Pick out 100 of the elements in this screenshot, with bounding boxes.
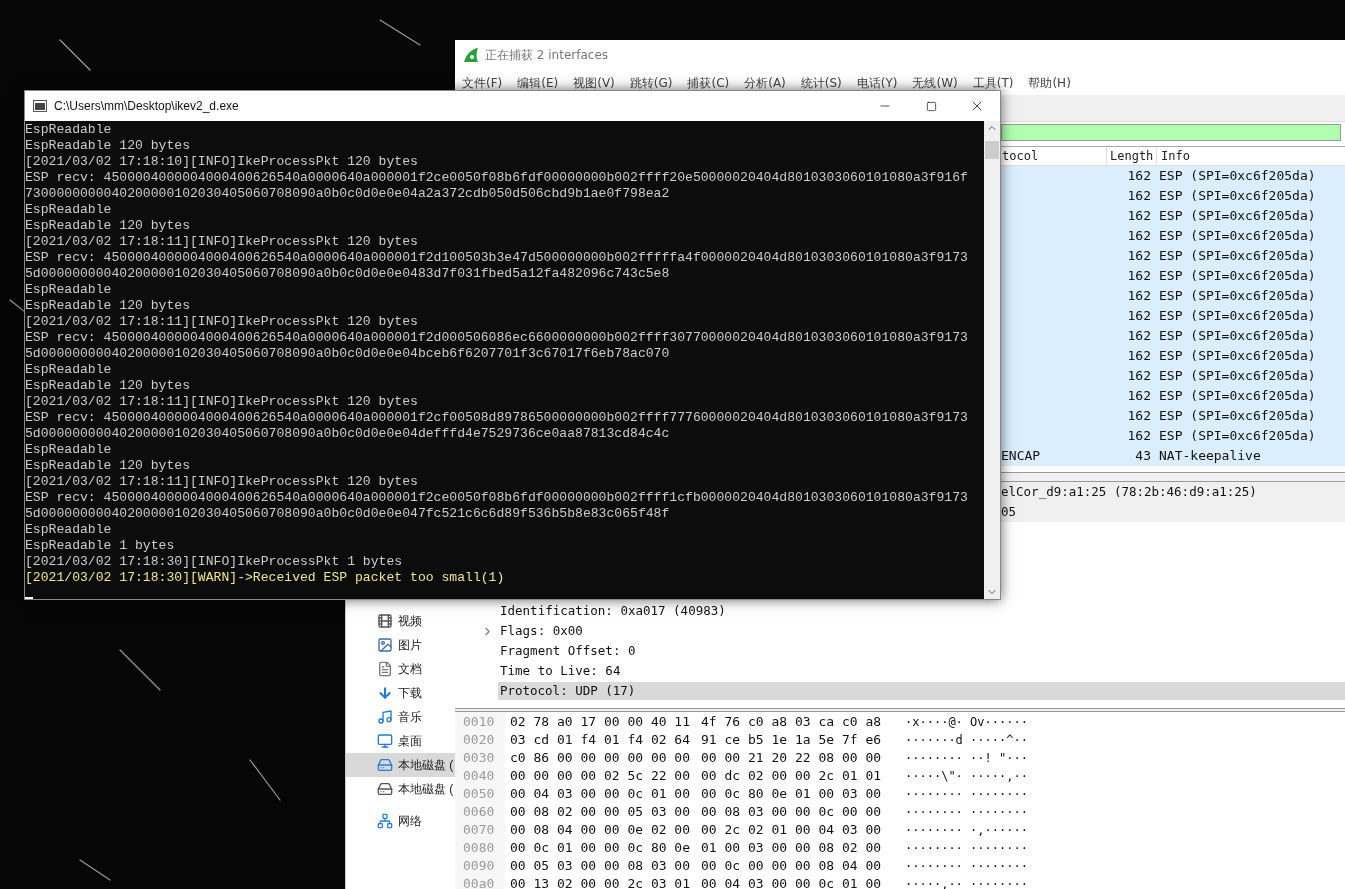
- hex-bytes: 00 08 04 00 00 0e 02 00: [510, 821, 690, 840]
- scrollbar[interactable]: [984, 121, 1000, 599]
- ascii-text: ········ ········: [905, 804, 1028, 821]
- length-cell-text: 162: [1126, 227, 1151, 246]
- console-line: 5d00000000040200000102030405060708090a0b0c0d0e0e04defffd4e7529736ce0aa87813cd84c4c: [25, 426, 670, 442]
- console-line: EspReadable 120 bytes: [25, 138, 190, 154]
- length-cell-text: 162: [1126, 387, 1151, 406]
- length-cell-text: 162: [1126, 307, 1151, 326]
- nav-item[interactable]: 音乐: [346, 705, 455, 729]
- ascii-text: ·x····@· Ov······: [905, 714, 1028, 731]
- nav-item[interactable]: 本地磁盘 (: [346, 777, 455, 801]
- console-line: 7300000000040200000102030405060708090a0b0c0d0e0e04a2a372cdb050d506cbd9b1ae0f798ea2: [25, 186, 670, 202]
- offset-label: 0020: [455, 730, 505, 750]
- nav-item[interactable]: 视频: [346, 609, 455, 633]
- menu-item[interactable]: 统计(S): [800, 73, 842, 92]
- ascii-text: ········ ········: [905, 786, 1028, 803]
- hex-bytes: 00 0c 80 0e 01 00 03 00: [701, 785, 882, 804]
- detail-line[interactable]: Time to Live: 64: [498, 661, 624, 681]
- length-cell-text: 162: [1126, 247, 1151, 266]
- length-cell-text: 162: [1126, 367, 1151, 386]
- hex-bytes: 00 00 00 00 02 5c 22 00: [510, 767, 690, 786]
- menu-item[interactable]: 无线(W): [912, 73, 958, 92]
- offset-label: 00a0: [455, 874, 505, 889]
- nav-item[interactable]: 本地磁盘 (: [346, 753, 455, 777]
- scroll-thumb[interactable]: [985, 141, 999, 159]
- hex-bytes: 91 ce b5 1e 1a 5e 7f e6: [701, 731, 882, 750]
- hex-bytes: 00 05 03 00 00 08 03 00: [510, 857, 690, 876]
- console-line: EspReadable 120 bytes: [25, 458, 190, 474]
- console-line: [2021/03/02 17:18:11][INFO]IkeProcessPkt 120 bytes: [25, 474, 418, 490]
- console-line: EspReadable 120 bytes: [25, 378, 190, 394]
- offset-label: 0040: [455, 766, 505, 786]
- length-cell-text: 162: [1126, 427, 1151, 446]
- offset-label: 0070: [455, 820, 505, 840]
- menu-item[interactable]: 文件(F): [462, 73, 503, 92]
- hex-bytes: 00 0c 00 00 00 08 04 00: [701, 857, 882, 876]
- length-cell-text: 162: [1126, 347, 1151, 366]
- maximize-icon: [925, 100, 937, 112]
- info-cell-text: ESP (SPI=0xc6f205da): [1158, 287, 1316, 306]
- hex-bytes: 00 04 03 00 00 0c 01 00: [510, 785, 690, 804]
- offset-label: 0010: [455, 712, 505, 732]
- hex-bytes: 00 2c 02 01 00 04 03 00: [701, 821, 882, 840]
- hex-bytes: 02 78 a0 17 00 00 40 11: [510, 713, 690, 732]
- hex-bytes: 4f 76 c0 a8 03 ca c0 a8: [701, 713, 882, 732]
- document-icon: [377, 661, 393, 677]
- nav-item[interactable]: 网络: [346, 809, 455, 833]
- film-icon: [377, 613, 393, 629]
- console-icon: [33, 100, 47, 112]
- hex-bytes: 00 13 02 00 00 2c 03 01: [510, 875, 690, 889]
- menu-item[interactable]: 跳转(G): [629, 73, 673, 92]
- menu-item[interactable]: 帮助(H): [1028, 73, 1071, 92]
- ascii-text: ········ ········: [905, 840, 1028, 857]
- console-line: EspReadable 120 bytes: [25, 298, 190, 314]
- console-line: 5d00000000040200000102030405060708090a0b0c0d0e0e047fc521c6c6d89f536b5b8e83c065f48f: [25, 506, 670, 522]
- menu-item[interactable]: 工具(T): [972, 73, 1014, 92]
- network-icon: [377, 813, 393, 829]
- menu-item[interactable]: 电话(Y): [856, 73, 898, 92]
- console-line: EspReadable: [25, 282, 112, 298]
- info-cell-text: ESP (SPI=0xc6f205da): [1158, 347, 1316, 366]
- nav-item[interactable]: 文档: [346, 657, 455, 681]
- column-header[interactable]: tocol: [1001, 147, 1106, 165]
- hex-bytes: 01 00 03 00 00 08 02 00: [701, 839, 882, 858]
- detail-line[interactable]: elCor_d9:a1:25 (78:2b:46:d9:a1:25): [1001, 482, 1257, 502]
- length-cell-text: 162: [1126, 327, 1151, 346]
- detail-line[interactable]: Fragment Offset: 0: [498, 641, 639, 661]
- console-line: 5d00000000040200000102030405060708090a0b0c0d0e0e04bceb6f6207701f3c67017f6eb78ac070: [25, 346, 670, 362]
- console-line: [2021/03/02 17:18:10][INFO]IkeProcessPkt 120 bytes: [25, 154, 418, 170]
- info-cell-text: ESP (SPI=0xc6f205da): [1158, 167, 1316, 186]
- window-title: C:\Users\mm\Desktop\ikev2_d.exe: [54, 98, 240, 115]
- console-line: EspReadable: [25, 362, 112, 378]
- console-line: ESP recv: 4500004000004000400626540a0000640a000001f2d000506086ec6600000000b002ffff30770000020404d8010303060101080a3f9173: [25, 330, 968, 346]
- info-cell-text: NAT-keepalive: [1158, 447, 1261, 466]
- nav-item[interactable]: 桌面: [346, 729, 455, 753]
- console-line: EspReadable: [25, 202, 112, 218]
- console-line: ESP recv: 4500004000004000400626540a0000640a000001f2ce0050f08b6fdf00000000b002ffff1cfb0000020404d8010303060101080a3f9173: [25, 490, 968, 506]
- detail-line[interactable]: Identification: 0xa017 (40983): [498, 601, 729, 621]
- length-cell-text: 43: [1134, 447, 1151, 466]
- hex-bytes: 00 08 03 00 00 0c 00 00: [701, 803, 882, 822]
- column-header[interactable]: Length: [1106, 147, 1156, 165]
- nav-item[interactable]: 图片: [346, 633, 455, 657]
- column-header[interactable]: Info: [1156, 147, 1345, 165]
- menu-item[interactable]: 视图(V): [573, 73, 615, 92]
- detail-line[interactable]: Flags: 0x00: [498, 621, 586, 641]
- hex-bytes: 00 0c 01 00 00 0c 80 0e: [510, 839, 690, 858]
- menu-item[interactable]: 编辑(E): [517, 73, 559, 92]
- ascii-text: ·····\"· ·····,··: [905, 768, 1028, 785]
- menu-item[interactable]: 分析(A): [744, 73, 786, 92]
- hex-bytes: 03 cd 01 f4 01 f4 02 64: [510, 731, 690, 750]
- console-line: ESP recv: 4500004000004000400626540a0000640a000001f2cf00508d89786500000000b002ffff77760000020404d8010303060101080a3f9173: [25, 410, 968, 426]
- pane-splitter[interactable]: [1001, 472, 1345, 482]
- filter-field[interactable]: [1001, 123, 1341, 141]
- menu-item[interactable]: 捕获(C): [687, 73, 730, 92]
- detail-line[interactable]: 05: [1001, 502, 1017, 522]
- nav-item[interactable]: 下载: [346, 681, 455, 705]
- app-logo-icon: [463, 47, 479, 63]
- hex-bytes: 00 04 03 00 00 0c 01 00: [701, 875, 882, 889]
- ascii-text: ·······d ·····^··: [905, 732, 1028, 749]
- info-cell-text: ESP (SPI=0xc6f205da): [1158, 247, 1316, 266]
- console-line: 5d00000000040200000102030405060708090a0b0c0d0e0e0483d7f031fbed5a12fa482096c743c5e8: [25, 266, 670, 282]
- console-line: [2021/03/02 17:18:11][INFO]IkeProcessPkt 120 bytes: [25, 394, 418, 410]
- music-note-icon: [377, 709, 393, 725]
